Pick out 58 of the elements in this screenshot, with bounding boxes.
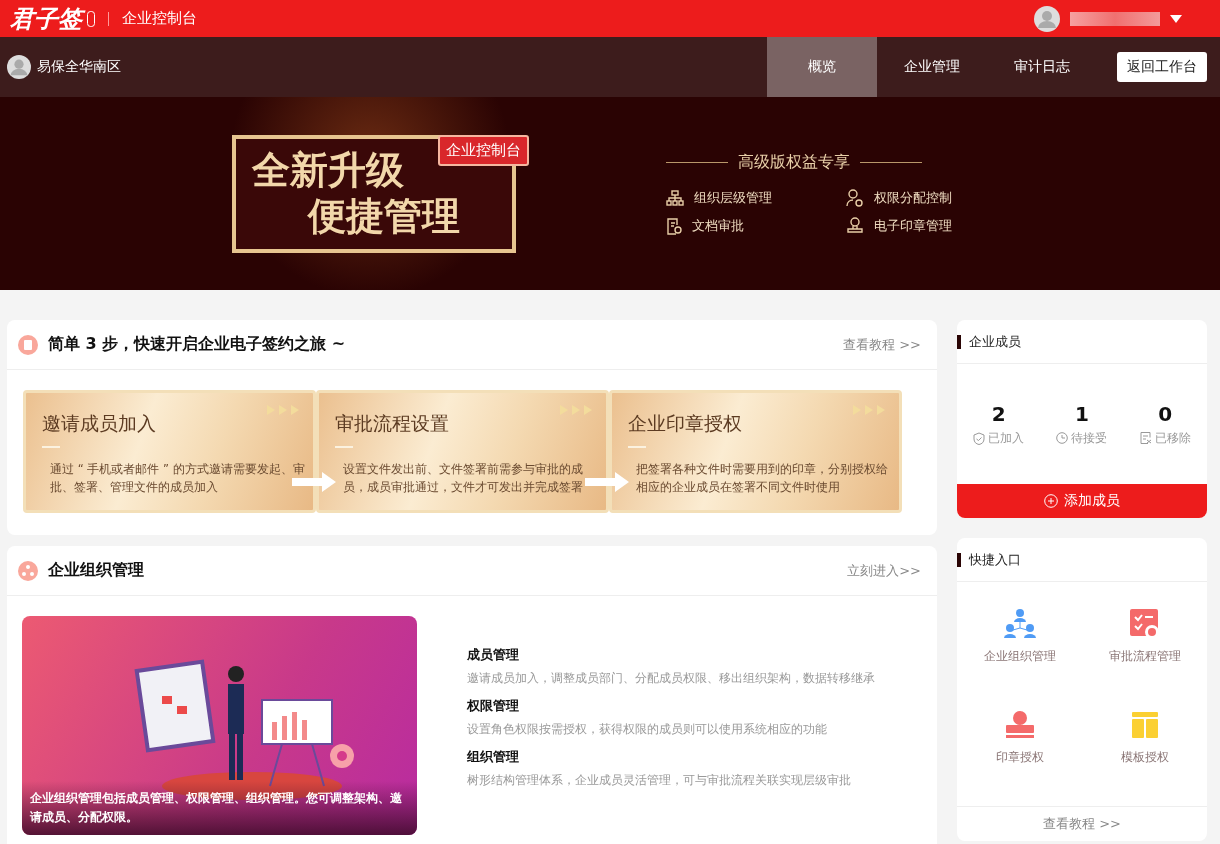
step-description: 设置文件发出前、文件签署前需参与审批的成员，成员审批通过，文件才可发出并完成签署 xyxy=(342,461,584,496)
stat-label: 已移除 xyxy=(1154,429,1191,447)
enter-link[interactable]: 立刻进入>> xyxy=(847,561,921,580)
image-caption: 企业组织管理包括成员管理、权限管理、组织管理。您可调整架构、邀请成员、分配权限。 xyxy=(22,781,417,835)
feature-description: 邀请成员加入，调整成员部门、分配成员权限、移出组织架构，数据转移继承 xyxy=(467,670,875,687)
step-title: 审批流程设置 xyxy=(335,411,450,436)
tutorial-link[interactable]: 查看教程 >> xyxy=(957,806,1207,841)
stat-value: 2 xyxy=(991,401,1006,426)
perk-label: 电子印章管理 xyxy=(874,217,952,235)
step-description: 把签署各种文件时需要用到的印章，分别授权给相应的企业成员在签署不同文件时使用 xyxy=(635,461,889,496)
stat-label: 已加入 xyxy=(988,429,1025,447)
nav-tab[interactable]: 企业管理 xyxy=(877,37,987,97)
console-tag: 企业控制台 xyxy=(438,134,529,166)
add-member-button[interactable]: 添加成员 xyxy=(957,484,1207,518)
console-title: 企业控制台 xyxy=(122,9,197,28)
perk-label: 权限分配控制 xyxy=(874,189,952,207)
perks-title: 高级版权益专享 xyxy=(738,152,850,173)
step-description: 通过 “ 手机或者邮件 ” 的方式邀请需要发起、审批、签署、管理文件的成员加入 xyxy=(49,461,305,496)
stat-value: 0 xyxy=(1158,401,1173,426)
return-button[interactable]: 返回工作台 xyxy=(1117,52,1207,82)
card-title: 企业组织管理 xyxy=(48,560,144,581)
feature-title: 成员管理 xyxy=(467,646,520,664)
shortcut-item[interactable]: 模板授权 xyxy=(1082,709,1207,766)
template-icon xyxy=(1131,709,1158,741)
feature-description: 树形结构管理体系，企业成员灵活管理，可与审批流程关联实现层级审批 xyxy=(467,772,852,789)
card-title: 快捷入口 xyxy=(969,550,1021,569)
plus-circle-icon xyxy=(1044,494,1058,508)
feature-description: 设置角色权限按需授权，获得权限的成员则可以使用系统相应的功能 xyxy=(467,721,828,738)
tutorial-link[interactable]: 查看教程 >> xyxy=(843,335,921,354)
nav-tab[interactable]: 审计日志 xyxy=(987,37,1097,97)
document-clock-icon xyxy=(666,217,682,235)
shortcut-item[interactable]: 审批流程管理 xyxy=(1082,608,1207,665)
feature-title: 权限管理 xyxy=(467,697,520,715)
stat-label: 待接受 xyxy=(1071,429,1108,447)
stamp-icon xyxy=(1005,709,1034,741)
step-title: 邀请成员加入 xyxy=(42,411,157,436)
clock-icon xyxy=(1056,432,1069,444)
perk-label: 文档审批 xyxy=(692,217,744,235)
shortcut-item[interactable]: 企业组织管理 xyxy=(957,608,1082,665)
document-remove-icon xyxy=(1139,432,1152,444)
feature-title: 组织管理 xyxy=(467,748,520,766)
headline-text: 全新升级 xyxy=(252,146,404,193)
stamp-icon xyxy=(846,217,864,235)
headline-text: 便捷管理 xyxy=(306,192,460,239)
card-title: 企业成员 xyxy=(969,332,1021,351)
user-key-icon xyxy=(846,189,864,207)
stat-value: 1 xyxy=(1075,401,1089,426)
step-title: 企业印章授权 xyxy=(628,411,743,436)
card-title: 简单 3 步，快速开启企业电子签约之旅 ~ xyxy=(48,334,346,355)
shield-check-icon xyxy=(973,431,986,445)
avatar-icon[interactable] xyxy=(1034,5,1060,32)
nav-tab[interactable]: 概览 xyxy=(767,37,877,97)
avatar-icon xyxy=(7,55,31,79)
shortcut-item[interactable]: 印章授权 xyxy=(957,709,1082,766)
org-name: 易保全华南区 xyxy=(37,58,121,76)
document-icon xyxy=(18,334,38,355)
perk-label: 组织层级管理 xyxy=(694,189,772,207)
dropdown-caret-icon[interactable] xyxy=(1170,14,1182,23)
